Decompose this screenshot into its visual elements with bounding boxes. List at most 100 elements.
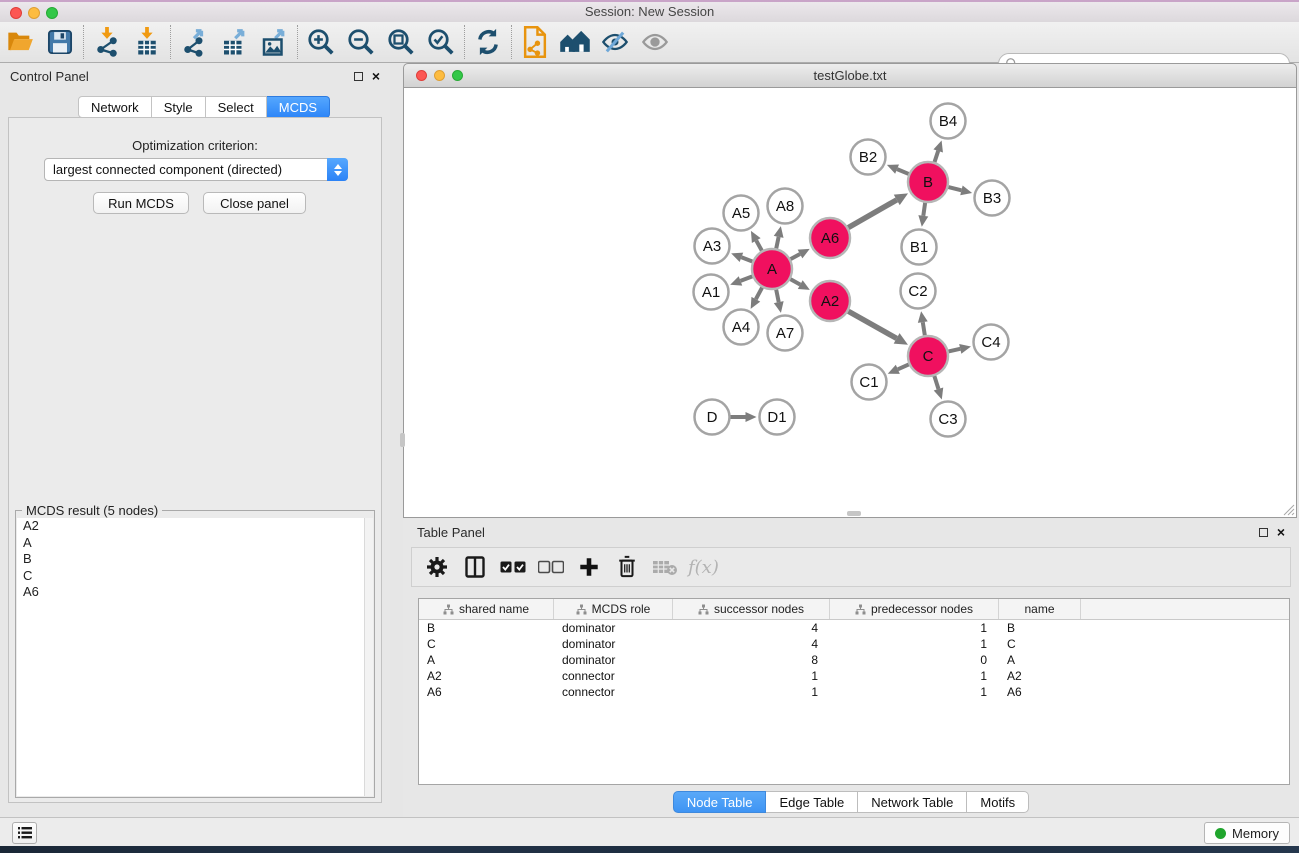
cell-name[interactable]: B — [999, 620, 1081, 636]
result-item[interactable]: A2 — [17, 518, 373, 535]
node-A7[interactable]: A7 — [768, 316, 803, 351]
minimize-window-button[interactable] — [28, 7, 40, 19]
cell-successor-nodes[interactable]: 1 — [673, 684, 830, 700]
table-row[interactable]: Adominator80A — [419, 652, 1289, 668]
zoom-out-icon[interactable] — [341, 24, 381, 60]
network-vscrollbar[interactable] — [400, 433, 405, 447]
cell-shared-name[interactable]: C — [419, 636, 554, 652]
import-table-icon[interactable] — [127, 24, 167, 60]
result-item[interactable]: C — [17, 568, 373, 585]
tab-node-table[interactable]: Node Table — [673, 791, 767, 813]
tab-motifs[interactable]: Motifs — [967, 791, 1029, 813]
cell-successor-nodes[interactable]: 4 — [673, 620, 830, 636]
node-C1[interactable]: C1 — [852, 365, 887, 400]
tab-network-table[interactable]: Network Table — [858, 791, 967, 813]
select-all-icon[interactable] — [496, 551, 530, 583]
table-row[interactable]: A2connector11A2 — [419, 668, 1289, 684]
cell-predecessor-nodes[interactable]: 0 — [830, 652, 999, 668]
node-A1[interactable]: A1 — [694, 275, 729, 310]
cell-successor-nodes[interactable]: 4 — [673, 636, 830, 652]
edge-A-A6[interactable] — [791, 254, 800, 259]
edge-B-B1[interactable] — [923, 203, 925, 216]
network-window-titlebar[interactable]: testGlobe.txt — [403, 63, 1297, 88]
column-header-successor-nodes[interactable]: successor nodes — [673, 599, 830, 619]
node-A[interactable]: A — [752, 249, 792, 289]
node-A3[interactable]: A3 — [695, 229, 730, 264]
tab-edge-table[interactable]: Edge Table — [766, 791, 858, 813]
result-item[interactable]: B — [17, 551, 373, 568]
column-header-shared-name[interactable]: shared name — [419, 599, 554, 619]
edge-C-C4[interactable] — [948, 349, 960, 352]
cell-shared-name[interactable]: A2 — [419, 668, 554, 684]
delete-icon[interactable] — [610, 551, 644, 583]
node-A8[interactable]: A8 — [768, 189, 803, 224]
eye-icon[interactable] — [635, 24, 675, 60]
result-scrollbar[interactable] — [364, 518, 373, 796]
table-row[interactable]: Cdominator41C — [419, 636, 1289, 652]
cell-name[interactable]: A6 — [999, 684, 1081, 700]
cell-name[interactable]: C — [999, 636, 1081, 652]
node-A2[interactable]: A2 — [810, 281, 850, 321]
close-network-button[interactable] — [416, 70, 427, 81]
zoom-window-button[interactable] — [46, 7, 58, 19]
columns-icon[interactable] — [458, 551, 492, 583]
node-A4[interactable]: A4 — [724, 310, 759, 345]
cell-name[interactable]: A — [999, 652, 1081, 668]
cell-predecessor-nodes[interactable]: 1 — [830, 668, 999, 684]
function-builder-icon[interactable]: f(x) — [688, 557, 719, 578]
column-header-name[interactable]: name — [999, 599, 1081, 619]
import-network-icon[interactable] — [87, 24, 127, 60]
node-C3[interactable]: C3 — [931, 402, 966, 437]
close-table-panel-icon[interactable]: × — [1277, 527, 1285, 537]
gear-icon[interactable] — [420, 551, 454, 583]
node-D1[interactable]: D1 — [760, 400, 795, 435]
close-panel-icon[interactable]: × — [372, 71, 380, 81]
open-session-icon[interactable] — [0, 24, 40, 60]
zoom-in-icon[interactable] — [301, 24, 341, 60]
eye-slash-icon[interactable] — [595, 24, 635, 60]
node-C4[interactable]: C4 — [974, 325, 1009, 360]
tab-style[interactable]: Style — [152, 96, 206, 118]
cell-MCDS-role[interactable]: dominator — [554, 620, 673, 636]
criterion-select[interactable]: largest connected component (directed) — [44, 158, 348, 181]
tab-mcds[interactable]: MCDS — [267, 96, 330, 118]
delete-table-icon[interactable] — [648, 551, 682, 583]
node-B4[interactable]: B4 — [931, 104, 966, 139]
result-item[interactable]: A6 — [17, 584, 373, 601]
node-B1[interactable]: B1 — [902, 230, 937, 265]
node-C2[interactable]: C2 — [901, 274, 936, 309]
export-network-icon[interactable] — [174, 24, 214, 60]
edge-A-A2[interactable] — [790, 279, 800, 284]
add-icon[interactable] — [572, 551, 606, 583]
edge-C-C1[interactable] — [898, 364, 909, 369]
node-B2[interactable]: B2 — [851, 140, 886, 175]
run-mcds-button[interactable]: Run MCDS — [93, 192, 189, 214]
edge-C-C2[interactable] — [923, 322, 925, 335]
edge-A-A7[interactable] — [776, 290, 779, 303]
cell-name[interactable]: A2 — [999, 668, 1081, 684]
edge-A-A5[interactable] — [756, 241, 762, 251]
edge-A-A1[interactable] — [740, 276, 752, 280]
cell-shared-name[interactable]: A6 — [419, 684, 554, 700]
node-B[interactable]: B — [908, 162, 948, 202]
cell-successor-nodes[interactable]: 1 — [673, 668, 830, 684]
export-image-icon[interactable] — [254, 24, 294, 60]
cell-MCDS-role[interactable]: connector — [554, 684, 673, 700]
column-header-predecessor-nodes[interactable]: predecessor nodes — [830, 599, 999, 619]
node-B3[interactable]: B3 — [975, 181, 1010, 216]
cell-MCDS-role[interactable]: dominator — [554, 636, 673, 652]
task-history-button[interactable] — [12, 822, 37, 844]
network-document-icon[interactable] — [515, 24, 555, 60]
float-panel-icon[interactable] — [354, 72, 363, 81]
node-D[interactable]: D — [695, 400, 730, 435]
cell-shared-name[interactable]: B — [419, 620, 554, 636]
network-canvas[interactable]: B4B2BB3A8A5A6A3B1AA1C2A2A4A7C4CC1DD1C3 — [403, 88, 1297, 518]
float-table-panel-icon[interactable] — [1259, 528, 1268, 537]
edge-B-B2[interactable] — [897, 169, 909, 174]
node-A6[interactable]: A6 — [810, 218, 850, 258]
close-window-button[interactable] — [10, 7, 22, 19]
edge-A-A3[interactable] — [741, 257, 752, 261]
result-item[interactable]: A — [17, 535, 373, 552]
mcds-result-list[interactable]: A2ABCA6 — [17, 518, 373, 796]
refresh-layout-icon[interactable] — [468, 24, 508, 60]
